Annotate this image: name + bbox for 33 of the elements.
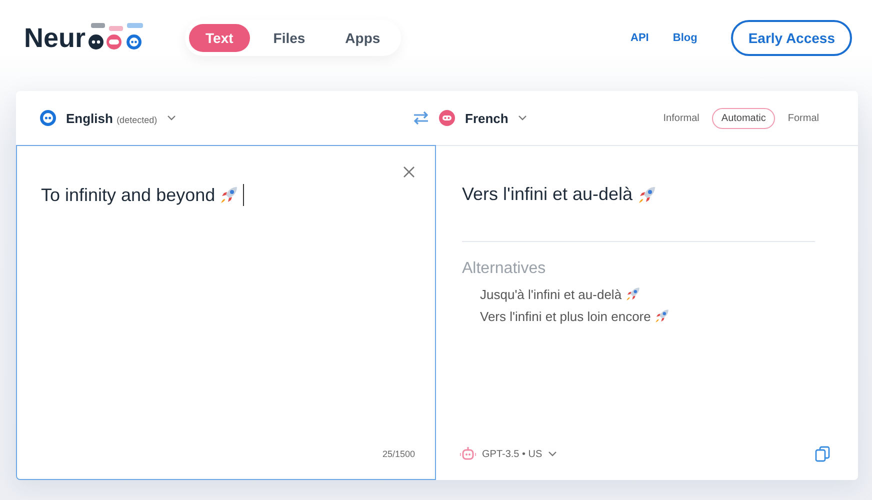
- alternative-translation[interactable]: Jusqu'à l'infini et au-delà: [480, 286, 622, 302]
- source-text-panel[interactable]: To infinity and beyond 25/1500: [16, 145, 436, 480]
- rocket-icon: [219, 185, 240, 205]
- robot-face-icon: [40, 110, 56, 126]
- alternative-translation[interactable]: Vers l'infini et plus loin encore: [480, 308, 651, 324]
- target-language-dropdown[interactable]: French: [465, 110, 508, 126]
- nav-tab[interactable]: Files: [256, 24, 322, 52]
- nav-link[interactable]: Blog: [672, 32, 698, 44]
- source-language-dropdown[interactable]: English (detected): [66, 110, 158, 126]
- rocket-icon: [654, 308, 670, 324]
- formality-option[interactable]: Formal: [778, 108, 828, 128]
- rocket-icon: [624, 286, 641, 302]
- alternatives-heading: Alternatives: [462, 260, 547, 278]
- nav-link[interactable]: API: [630, 32, 649, 44]
- rocket-icon: [636, 184, 657, 204]
- robot-face-icon: [439, 110, 455, 126]
- chevron-down-icon: [518, 115, 528, 121]
- formality-option[interactable]: Automatic: [712, 108, 775, 128]
- nav-tab[interactable]: Apps: [328, 24, 398, 52]
- robot-icon: [460, 447, 476, 461]
- chevron-down-icon: [167, 115, 176, 121]
- early-access-button[interactable]: Early Access: [731, 20, 852, 56]
- formality-option[interactable]: Informal: [654, 108, 708, 128]
- logo-faces-drawing: [86, 23, 145, 51]
- model-dropdown[interactable]: GPT-3.5 • US: [482, 448, 542, 460]
- swap-icon[interactable]: [413, 111, 429, 125]
- logo-text: Neur: [24, 25, 86, 52]
- character-counter: 25/1500: [382, 449, 415, 459]
- chevron-down-icon: [548, 451, 558, 457]
- copy-icon[interactable]: [815, 446, 830, 462]
- source-text: To infinity and beyond: [41, 184, 216, 206]
- translated-text: Vers l'infini et au-delà: [462, 184, 633, 205]
- close-icon[interactable]: [403, 166, 415, 178]
